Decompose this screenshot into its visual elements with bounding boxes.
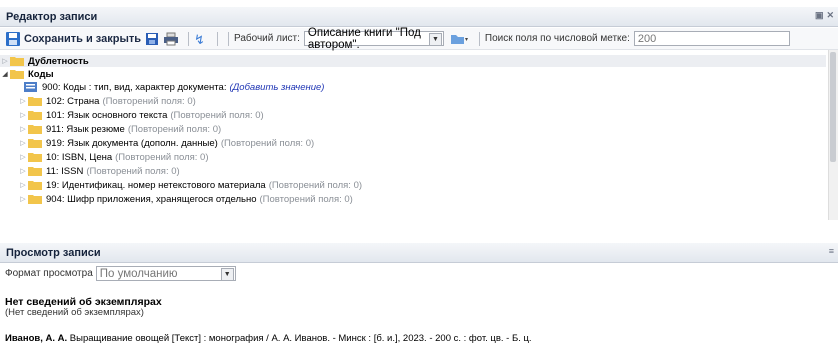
- worksheet-label: Рабочий лист:: [233, 33, 300, 44]
- save-and-close-label: Сохранить и закрыть: [24, 32, 141, 45]
- toolbar-separator: [187, 31, 189, 46]
- field-label: 101: Язык основного текста: [46, 109, 168, 121]
- folder-icon: [28, 125, 42, 134]
- restore-icon[interactable]: ▣: [815, 10, 824, 21]
- view-format-label: Формат просмотра: [5, 268, 93, 279]
- folder-icon: [28, 153, 42, 162]
- view-format-select[interactable]: По умолчанию ▼: [95, 266, 236, 281]
- expand-icon[interactable]: ▷: [0, 57, 10, 65]
- add-field-button[interactable]: ↯: [194, 30, 208, 48]
- tree-scrollbar[interactable]: [828, 50, 838, 220]
- toolbar-separator: [216, 31, 218, 46]
- tree-field-item[interactable]: ▷ 102: Страна (Повторений поля: 0): [18, 95, 826, 107]
- folder-icon: [28, 139, 42, 148]
- viewer-panel-title: Просмотр записи: [6, 246, 101, 259]
- tree-field-item[interactable]: ▷ 10: ISBN, Цена (Повторений поля: 0): [18, 151, 826, 163]
- field-label: 919: Язык документа (дополн. данные): [46, 137, 218, 149]
- close-icon[interactable]: ✕: [826, 10, 834, 21]
- tree-field-item[interactable]: ▷ 19: Идентификац. номер нетекстового ма…: [18, 179, 826, 191]
- add-value-link[interactable]: (Добавить значение): [229, 82, 324, 93]
- svg-text:↯: ↯: [194, 33, 205, 46]
- tree-field-item[interactable]: ▷ 911: Язык резюме (Повторений поля: 0): [18, 123, 826, 135]
- printer-icon: [163, 32, 178, 45]
- toolbar-separator: [478, 31, 480, 46]
- folder-icon: [10, 57, 24, 66]
- expand-icon[interactable]: ▷: [18, 195, 28, 203]
- search-value: 200: [637, 32, 657, 45]
- worksheet-actions-button[interactable]: [450, 30, 470, 48]
- expand-icon[interactable]: ▷: [18, 153, 28, 161]
- scrollbar-thumb[interactable]: [830, 52, 836, 162]
- field-count: (Повторений поля: 0): [127, 123, 222, 135]
- expand-icon[interactable]: ▷: [18, 111, 28, 119]
- editor-panel-header: Редактор записи ▣ ✕: [0, 7, 838, 27]
- field-count: (Повторений поля: 0): [102, 95, 196, 107]
- no-copies-subtitle: (Нет сведений об экземплярах): [5, 307, 144, 318]
- tree-group-label: Дублетность: [28, 55, 89, 67]
- view-format-row: Формат просмотра По умолчанию ▼: [0, 265, 838, 282]
- field-count: (Повторений поля: 0): [115, 151, 209, 163]
- expand-icon[interactable]: ▷: [18, 97, 28, 105]
- folder-icon: [28, 111, 42, 120]
- expand-icon[interactable]: ▷: [18, 139, 28, 147]
- viewer-panel-header: Просмотр записи ≡: [0, 243, 838, 263]
- record-description: Иванов, А. А. Выращивание овощей [Текст]…: [5, 333, 532, 344]
- tree-group-label: Коды: [28, 68, 54, 80]
- worksheet-select[interactable]: Описание книги "Под автором". ▼: [303, 27, 444, 51]
- expand-icon[interactable]: ▷: [18, 181, 28, 189]
- add-field-icon: ↯: [194, 33, 205, 46]
- view-format-value: По умолчанию: [99, 267, 178, 280]
- record-fields-tree: ▷ Дублетность ◢ Коды 900: Коды : тип, ви…: [0, 50, 826, 220]
- tree-field-item[interactable]: ▷ 101: Язык основного текста (Повторений…: [18, 109, 826, 121]
- print-button[interactable]: [163, 30, 179, 48]
- tree-field-900[interactable]: 900: Коды : тип, вид, характер документа…: [24, 81, 826, 93]
- worksheet-value: Описание книги "Под автором".: [307, 26, 421, 51]
- field-count: (Повторений поля: 0): [170, 109, 264, 121]
- tree-field-item[interactable]: ▷ 919: Язык документа (дополн. данные) (…: [18, 137, 826, 149]
- folder-arrow-icon: [450, 34, 468, 44]
- save-button[interactable]: [145, 30, 159, 48]
- folder-open-icon: [10, 70, 24, 79]
- field-count: (Повторений поля: 0): [259, 193, 353, 205]
- editor-toolbar: Сохранить и закрыть ↯ Рабочий лист: Опис…: [0, 27, 838, 51]
- tree-group-codes[interactable]: ◢ Коды: [0, 68, 826, 80]
- editor-panel-title: Редактор записи: [6, 10, 98, 23]
- field-count: (Повторений поля: 0): [220, 137, 315, 149]
- folder-icon: [28, 167, 42, 176]
- search-label: Поиск поля по числовой метке:: [484, 33, 630, 44]
- field-count: (Повторений поля: 0): [86, 165, 180, 177]
- tree-group-duplicates[interactable]: ▷ Дублетность: [0, 55, 826, 67]
- tree-field-item[interactable]: ▷ 11: ISSN (Повторений поля: 0): [18, 165, 826, 177]
- field-count: (Повторений поля: 0): [268, 179, 363, 191]
- folder-icon: [28, 97, 42, 106]
- field-tag-search-input[interactable]: 200: [633, 31, 790, 46]
- toolbar-separator: [227, 31, 229, 46]
- folder-icon: [28, 195, 42, 204]
- save-icon: [145, 32, 158, 45]
- field-label: 911: Язык резюме: [46, 123, 125, 135]
- expand-icon[interactable]: ▷: [18, 125, 28, 133]
- chevron-down-icon[interactable]: ▼: [220, 268, 234, 281]
- save-and-close-button[interactable]: Сохранить и закрыть: [5, 30, 141, 48]
- field-label: 904: Шифр приложения, хранящегося отдель…: [46, 193, 257, 205]
- tree-field-item[interactable]: ▷ 904: Шифр приложения, хранящегося отде…: [18, 193, 826, 205]
- record-text: Выращивание овощей [Текст] : монография …: [69, 333, 532, 344]
- chevron-down-icon[interactable]: ▼: [428, 33, 442, 46]
- field-label: 10: ISBN, Цена: [46, 151, 113, 163]
- expand-icon[interactable]: ▷: [18, 167, 28, 175]
- collapse-icon[interactable]: ◢: [0, 70, 10, 78]
- field-label: 102: Страна: [46, 95, 100, 107]
- save-close-icon: [6, 31, 20, 46]
- field-label: 19: Идентификац. номер нетекстового мате…: [46, 179, 266, 191]
- field-form-icon: [24, 82, 37, 92]
- record-author: Иванов, А. А.: [5, 333, 68, 344]
- field-label: 900: Коды : тип, вид, характер документа…: [42, 81, 227, 93]
- folder-icon: [28, 181, 42, 190]
- collapse-panel-icon[interactable]: ≡: [829, 246, 834, 256]
- field-label: 11: ISSN: [46, 165, 84, 177]
